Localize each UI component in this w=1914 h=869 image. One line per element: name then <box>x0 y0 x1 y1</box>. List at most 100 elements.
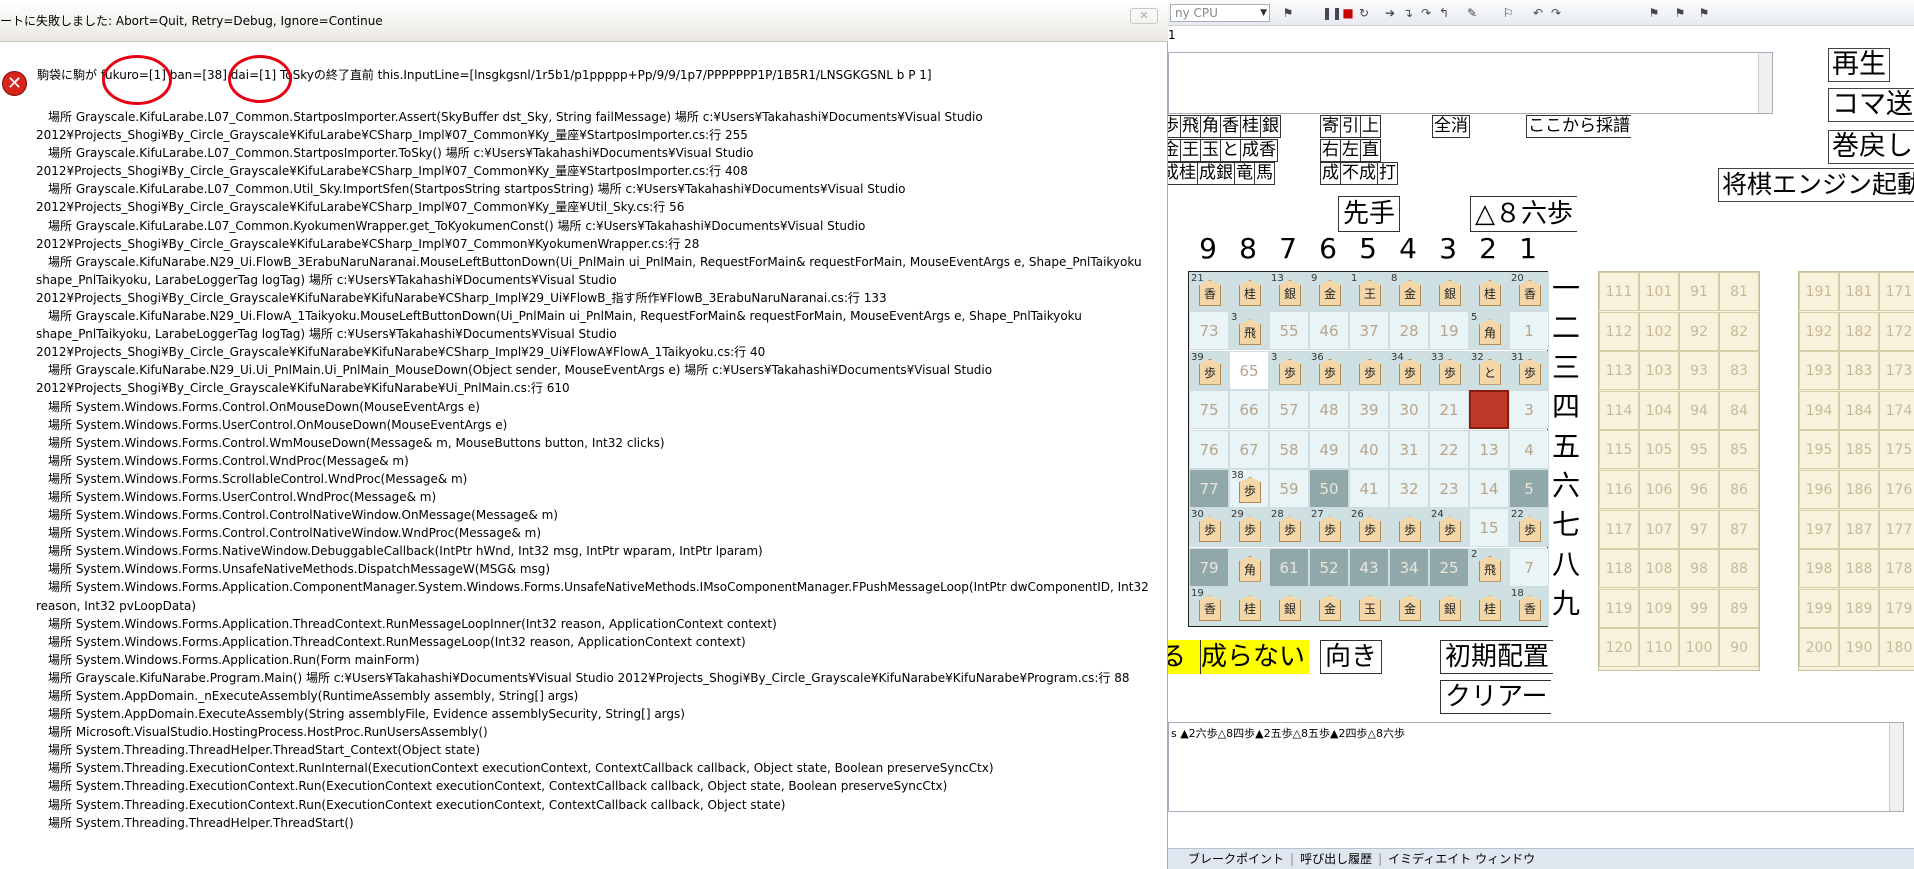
sente-button[interactable]: 先手 <box>1338 196 1401 232</box>
board-square[interactable]: 9金 <box>1309 272 1349 311</box>
hand-square[interactable]: 87 <box>1719 509 1759 549</box>
shogi-piece[interactable]: 角 <box>1479 319 1501 346</box>
board-square[interactable]: 28 <box>1389 311 1429 351</box>
board-square[interactable]: 67 <box>1229 429 1269 469</box>
board-square[interactable]: 31 歩 <box>1509 350 1549 390</box>
vertical-scrollbar[interactable] <box>1889 723 1903 811</box>
hand-square[interactable]: 108 <box>1639 549 1679 589</box>
hand-square[interactable]: 194 <box>1799 390 1839 430</box>
bookmark-icon[interactable]: ⚐ <box>1500 5 1516 21</box>
board-square[interactable]: 30 歩 <box>1189 508 1229 548</box>
hand-square[interactable]: 88 <box>1719 549 1759 589</box>
board-square[interactable]: 26 歩 <box>1349 508 1389 548</box>
step-into-icon[interactable]: ↴ <box>1400 5 1416 21</box>
hand-square[interactable]: 191 <box>1799 272 1839 311</box>
step-out-icon[interactable]: ↰ <box>1436 5 1452 21</box>
board-square[interactable]: 桂 <box>1229 587 1269 627</box>
shogi-piece[interactable]: 歩 <box>1399 358 1421 385</box>
piece-button[interactable]: 角 <box>1200 115 1221 138</box>
show-next-icon[interactable]: ➔ <box>1382 5 1398 21</box>
board-square[interactable]: 8金 <box>1389 272 1429 311</box>
hand-square[interactable]: 98 <box>1679 549 1719 589</box>
clear-board-button[interactable]: クリアー <box>1440 680 1552 714</box>
shogi-piece[interactable]: 歩 <box>1239 477 1261 503</box>
board-square[interactable]: 32 と <box>1469 350 1509 390</box>
shogi-piece[interactable]: 銀 <box>1439 595 1461 622</box>
undo-icon[interactable]: ↶ <box>1530 5 1546 21</box>
shogi-piece[interactable]: 香 <box>1519 280 1541 306</box>
board-square[interactable]: 角 <box>1229 547 1269 587</box>
shogi-piece[interactable]: 歩 <box>1199 516 1221 543</box>
hand-square[interactable]: 175 <box>1879 430 1914 470</box>
board-square[interactable]: 75 <box>1189 390 1229 430</box>
board-square[interactable]: 33 歩 <box>1429 350 1469 390</box>
board-square[interactable]: 50 <box>1309 469 1349 508</box>
hand-square[interactable]: 119 <box>1599 588 1639 628</box>
board-square[interactable]: 金 <box>1389 587 1429 627</box>
shogi-piece[interactable]: 歩 <box>1319 358 1341 385</box>
hand-square[interactable]: 104 <box>1639 390 1679 430</box>
shogi-piece[interactable]: 桂 <box>1239 280 1261 306</box>
hand-square[interactable]: 99 <box>1679 588 1719 628</box>
hand-square[interactable]: 83 <box>1719 351 1759 391</box>
shogi-piece[interactable]: 銀 <box>1279 595 1301 622</box>
board-square[interactable]: 5角 <box>1469 311 1509 351</box>
board-square[interactable]: 桂 <box>1469 272 1509 311</box>
board-square[interactable]: 65 <box>1229 350 1269 390</box>
shogi-piece[interactable]: 香 <box>1199 595 1221 622</box>
hand-square[interactable]: 172 <box>1879 311 1914 351</box>
shogi-piece[interactable]: 香 <box>1519 595 1541 622</box>
pause-icon[interactable]: ❚❚ <box>1322 5 1342 21</box>
board-square[interactable]: 52 <box>1309 547 1349 587</box>
hand-square[interactable]: 86 <box>1719 470 1759 509</box>
board-square[interactable]: 25 <box>1429 547 1469 587</box>
shogi-piece[interactable]: 香 <box>1199 280 1221 306</box>
board-square[interactable]: 23 <box>1429 469 1469 508</box>
board-square[interactable]: 13 銀 <box>1269 272 1309 311</box>
piece-button[interactable]: 成銀 <box>1197 162 1235 185</box>
hand-square[interactable]: 190 <box>1839 628 1879 668</box>
board-square[interactable]: 40 <box>1349 429 1389 469</box>
board-square[interactable]: 20 香 <box>1509 272 1549 311</box>
hand-square[interactable]: 85 <box>1719 430 1759 470</box>
record-from-here-button[interactable]: ここから採譜 <box>1526 115 1631 138</box>
shogi-piece[interactable]: 歩 <box>1359 516 1381 543</box>
move-modifier-button[interactable]: 成 <box>1320 162 1341 185</box>
board-square[interactable]: 39 歩 <box>1189 350 1229 390</box>
board-square[interactable]: 銀 <box>1429 272 1469 311</box>
piece-button[interactable]: 王 <box>1180 139 1201 162</box>
shogi-board[interactable]: 21 香桂 13 銀 9 金 1 王 8 金銀桂 20 香 73 3 飛 55 46 37 28 19 5 角 1 39 歩 65… <box>1188 271 1549 627</box>
board-square[interactable]: 19 <box>1429 311 1469 351</box>
board-square[interactable]: 金 <box>1309 587 1349 627</box>
board-square[interactable]: 桂 <box>1469 587 1509 627</box>
board-square[interactable]: 22 歩 <box>1509 508 1549 548</box>
board-square[interactable]: 79 <box>1189 547 1229 587</box>
shogi-piece[interactable]: 玉 <box>1359 595 1381 622</box>
hand-square[interactable]: 182 <box>1839 311 1879 351</box>
shogi-piece[interactable]: 銀 <box>1439 280 1461 306</box>
hand-square[interactable]: 115 <box>1599 430 1639 470</box>
hand-square[interactable]: 192 <box>1799 311 1839 351</box>
piece-button[interactable]: 馬 <box>1254 162 1275 185</box>
board-square[interactable] <box>1469 390 1509 430</box>
board-square[interactable]: 46 <box>1309 311 1349 351</box>
board-square[interactable]: 銀 <box>1429 587 1469 627</box>
tab-breakpoints[interactable]: ブレークポイント <box>1188 852 1284 866</box>
hand-square[interactable]: 184 <box>1839 390 1879 430</box>
restart-icon[interactable]: ↻ <box>1356 5 1372 21</box>
hand-square[interactable]: 112 <box>1599 311 1639 351</box>
shogi-piece[interactable]: 角 <box>1239 555 1261 582</box>
step-over-icon[interactable]: ↷ <box>1418 5 1434 21</box>
hand-square[interactable]: 89 <box>1719 588 1759 628</box>
move-modifier-button[interactable]: 上 <box>1360 115 1381 138</box>
hand-square[interactable]: 197 <box>1799 509 1839 549</box>
shogi-piece[interactable]: 飛 <box>1239 319 1261 346</box>
hand-square[interactable]: 171 <box>1879 272 1914 311</box>
hand-square[interactable]: 103 <box>1639 351 1679 391</box>
board-square[interactable]: 3飛 <box>1229 311 1269 351</box>
hand-square[interactable]: 180 <box>1879 628 1914 668</box>
hand-square[interactable]: 189 <box>1839 588 1879 628</box>
board-square[interactable]: 34 歩 <box>1389 350 1429 390</box>
move-modifier-button[interactable]: 右 <box>1320 139 1341 162</box>
board-square[interactable]: 歩 <box>1349 350 1389 390</box>
